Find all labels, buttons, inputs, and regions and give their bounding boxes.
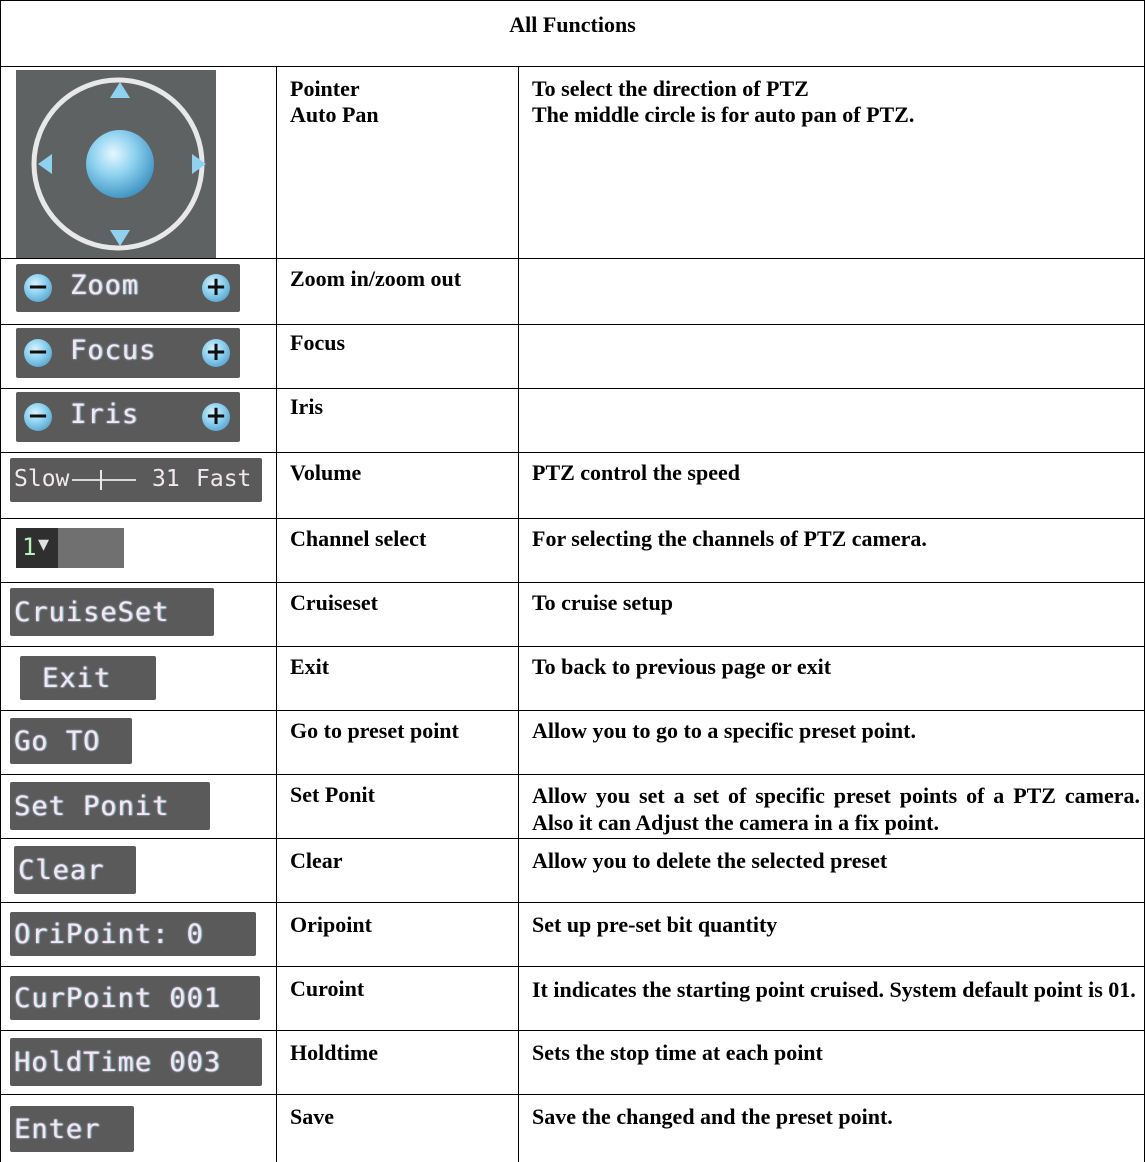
up-arrow-icon — [110, 82, 130, 98]
zoom-function-name: Zoom in/zoom out — [290, 266, 462, 291]
goto-function-name: Go to preset point — [290, 718, 459, 743]
holdtime-function-name: Holdtime — [290, 1040, 378, 1065]
cruiseset-button[interactable]: CruiseSet — [10, 588, 214, 636]
iris-open-button[interactable]: + — [202, 403, 230, 431]
row-divider — [0, 710, 1145, 711]
auto-pan-description: The middle circle is for auto pan of PTZ… — [532, 102, 915, 127]
channel-function-name: Channel select — [290, 526, 427, 551]
volume-function-name: Volume — [290, 460, 362, 485]
curpoint-description: It indicates the starting point cruised.… — [532, 977, 1136, 1002]
row-divider — [0, 324, 1145, 325]
clear-description: Allow you to delete the selected preset — [532, 848, 888, 873]
set-point-description: Allow you set a set of specific preset p… — [532, 783, 1140, 835]
auto-pan-label: Auto Pan — [290, 102, 379, 127]
slider-handle[interactable] — [100, 470, 102, 490]
table-top-border — [0, 0, 1145, 1]
exit-button[interactable]: Exit — [20, 656, 156, 700]
oripoint-label: OriPoint: 0 — [14, 918, 204, 950]
row-divider — [0, 518, 1145, 519]
down-arrow-icon — [110, 230, 130, 246]
speed-value: 31 — [152, 466, 180, 492]
oripoint-description: Set up pre-set bit quantity — [532, 912, 778, 937]
iris-function-name: Iris — [290, 394, 323, 419]
slider-track — [72, 479, 136, 481]
exit-description: To back to previous page or exit — [532, 654, 832, 679]
speed-slow-label: Slow — [14, 466, 70, 492]
clear-function-name: Clear — [290, 848, 343, 873]
row-divider — [0, 452, 1145, 453]
pointer-description: To select the direction of PTZ — [532, 76, 809, 101]
goto-description: Allow you to go to a specific preset poi… — [532, 718, 916, 743]
focus-plus-button[interactable]: + — [202, 339, 230, 367]
zoom-control: − Zoom + — [16, 264, 240, 312]
zoom-label: Zoom — [70, 270, 140, 301]
cruiseset-label: CruiseSet — [14, 596, 170, 628]
cruiseset-description: To cruise setup — [532, 590, 673, 615]
row-divider — [0, 966, 1145, 967]
functions-table: All Functions Pointer Auto Pan To select… — [0, 0, 1145, 1162]
focus-function-name: Focus — [290, 330, 345, 355]
save-function-name: Save — [290, 1104, 334, 1129]
table-left-border — [0, 0, 1, 1162]
exit-label: Exit — [42, 662, 112, 694]
save-description: Save the changed and the preset point. — [532, 1104, 893, 1129]
row-divider — [0, 258, 1145, 259]
speed-fast-label: Fast — [196, 466, 252, 492]
channel-value: 1 — [22, 533, 37, 561]
column-divider-2 — [518, 66, 519, 1162]
focus-minus-button[interactable]: − — [24, 339, 52, 367]
cruiseset-function-name: Cruiseset — [290, 590, 378, 615]
exit-function-name: Exit — [290, 654, 330, 679]
volume-description: PTZ control the speed — [532, 460, 740, 485]
curpoint-label: CurPoint 001 — [14, 982, 222, 1014]
focus-label: Focus — [70, 335, 157, 366]
row-divider — [0, 902, 1145, 903]
holdtime-label: HoldTime 003 — [14, 1046, 222, 1078]
channel-description: For selecting the channels of PTZ camera… — [532, 526, 927, 551]
set-point-label: Set Ponit — [14, 790, 170, 822]
title-row-divider — [0, 66, 1145, 67]
clear-button[interactable]: Clear — [14, 846, 136, 894]
speed-slider[interactable]: Slow 31 Fast — [10, 458, 262, 502]
iris-control: − Iris + — [16, 392, 240, 442]
table-title: All Functions — [509, 12, 636, 37]
iris-label: Iris — [70, 399, 140, 430]
row-divider — [0, 388, 1145, 389]
holdtime-field[interactable]: HoldTime 003 — [10, 1038, 262, 1086]
zoom-out-button[interactable]: − — [24, 274, 52, 302]
row-divider — [0, 838, 1145, 839]
oripoint-function-name: Oripoint — [290, 912, 372, 937]
ptz-direction-pad[interactable] — [16, 70, 216, 258]
row-divider — [0, 582, 1145, 583]
oripoint-field[interactable]: OriPoint: 0 — [10, 912, 256, 956]
clear-label: Clear — [18, 854, 105, 886]
row-divider — [0, 774, 1145, 775]
pointer-label: Pointer — [290, 76, 360, 101]
auto-pan-button — [86, 130, 154, 198]
curpoint-function-name: Curoint — [290, 976, 365, 1001]
set-point-button[interactable]: Set Ponit — [10, 782, 210, 830]
goto-button[interactable]: Go TO — [10, 718, 132, 764]
left-arrow-icon — [38, 154, 52, 174]
row-divider — [0, 646, 1145, 647]
iris-close-button[interactable]: − — [24, 403, 52, 431]
channel-select[interactable]: 1 ▾ — [16, 528, 124, 568]
set-point-function-name: Set Ponit — [290, 782, 375, 807]
enter-label: Enter — [14, 1113, 101, 1145]
dropdown-arrow-icon: ▾ — [38, 532, 50, 557]
curpoint-field[interactable]: CurPoint 001 — [10, 976, 260, 1020]
column-divider-1 — [276, 66, 277, 1162]
zoom-in-button[interactable]: + — [202, 274, 230, 302]
row-divider — [0, 1094, 1145, 1095]
holdtime-description: Sets the stop time at each point — [532, 1040, 823, 1065]
enter-button[interactable]: Enter — [10, 1106, 134, 1152]
focus-control: − Focus + — [16, 328, 240, 378]
row-divider — [0, 1030, 1145, 1031]
goto-label: Go TO — [14, 725, 101, 757]
